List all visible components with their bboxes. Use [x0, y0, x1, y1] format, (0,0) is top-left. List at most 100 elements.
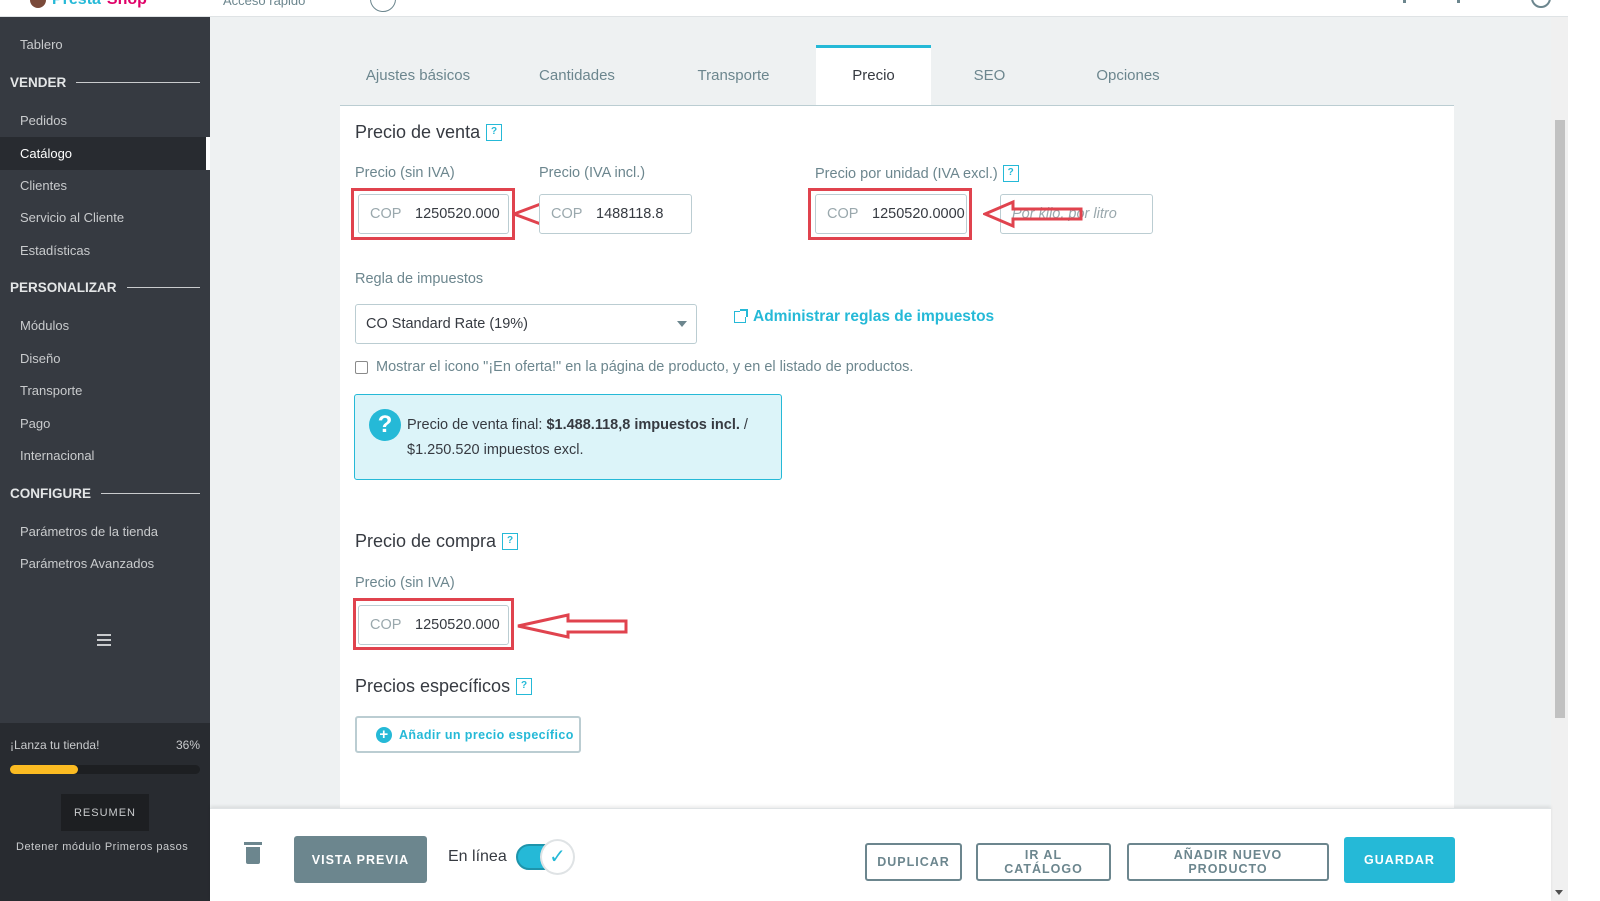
sidebar: Tablero VENDER Pedidos Catálogo Clientes…	[0, 17, 210, 901]
final-price-info: ? Precio de venta final: $1.488.118,8 im…	[354, 394, 782, 480]
tab-quantities[interactable]: Cantidades	[496, 45, 658, 106]
quick-access-menu[interactable]: Acceso rápido	[223, 0, 305, 8]
product-tabs: Ajustes básicos Cantidades Transporte Pr…	[340, 45, 1454, 106]
unit-price-label: Precio por unidad (IVA excl.) ?	[815, 165, 1019, 182]
section-divider	[76, 81, 200, 83]
window-edge	[1568, 0, 1600, 901]
onboarding-progress-bar	[10, 765, 200, 774]
price-incl-label: Precio (IVA incl.)	[539, 165, 646, 181]
onboarding-panel: ¡Lanza tu tienda! 36% RESUMEN Detener mó…	[0, 723, 210, 901]
price-incl-input[interactable]: COP 1488118.8	[539, 194, 692, 234]
scrollbar-thumb[interactable]	[1555, 120, 1565, 718]
help-icon[interactable]	[1403, 0, 1406, 3]
sale-price-heading: Precio de venta ?	[355, 122, 503, 143]
sidebar-item-shipping[interactable]: Transporte	[0, 374, 210, 407]
scroll-down-arrow-icon[interactable]	[1555, 890, 1563, 895]
sidebar-item-modules[interactable]: Módulos	[0, 309, 210, 342]
plus-circle-icon: +	[376, 726, 392, 743]
tab-shipping[interactable]: Transporte	[658, 45, 809, 106]
sidebar-section-customize: PERSONALIZAR	[10, 277, 200, 297]
go-to-catalog-button[interactable]: IR AL CATÁLOGO	[976, 843, 1111, 881]
purchase-price-label: Precio (sin IVA)	[355, 575, 455, 591]
sidebar-item-advanced-parameters[interactable]: Parámetros Avanzados	[0, 547, 210, 580]
sidebar-item-orders[interactable]: Pedidos	[0, 104, 210, 137]
trash-icon[interactable]	[244, 842, 262, 864]
final-price-prefix: Precio de venta final:	[407, 417, 547, 433]
help-icon[interactable]: ?	[502, 533, 519, 550]
specific-prices-title: Precios específicos	[355, 676, 511, 696]
sidebar-item-design[interactable]: Diseño	[0, 342, 210, 375]
help-icon[interactable]: ?	[1002, 165, 1019, 182]
sidebar-item-stats[interactable]: Estadísticas	[0, 234, 210, 267]
sidebar-item-international[interactable]: Internacional	[0, 439, 210, 472]
sale-price-title: Precio de venta	[355, 122, 481, 142]
tab-basic-settings[interactable]: Ajustes básicos	[340, 45, 496, 106]
resume-button[interactable]: RESUMEN	[61, 794, 149, 831]
onboarding-progress-fill	[10, 765, 79, 774]
section-label: PERSONALIZAR	[10, 279, 117, 295]
purchase-price-title: Precio de compra	[355, 531, 497, 551]
logo-text-shop: Shop	[107, 0, 147, 9]
prestashop-logo-icon	[30, 0, 46, 8]
page-scrollbar[interactable]	[1551, 17, 1568, 901]
on-sale-label: Mostrar el icono "¡En oferta!" en la pág…	[376, 359, 914, 375]
tab-seo[interactable]: SEO	[931, 45, 1048, 106]
section-divider	[126, 286, 200, 288]
caret-down-icon	[677, 321, 687, 327]
final-price-excl: $1.250.520 impuestos excl.	[407, 442, 584, 458]
tax-rule-select[interactable]: CO Standard Rate (19%)	[355, 304, 697, 344]
help-icon[interactable]: ?	[516, 678, 533, 695]
sidebar-item-customer-service[interactable]: Servicio al Cliente	[0, 201, 210, 234]
sidebar-item-customers[interactable]: Clientes	[0, 169, 210, 202]
onboarding-percent: 36%	[175, 738, 200, 752]
manage-tax-rules-text: Administrar reglas de impuestos	[753, 308, 995, 325]
sidebar-item-payment[interactable]: Pago	[0, 407, 210, 440]
highlight-box	[353, 598, 514, 650]
sidebar-item-shop-parameters[interactable]: Parámetros de la tienda	[0, 515, 210, 548]
highlight-box	[808, 188, 972, 240]
add-specific-price-button[interactable]: + Añadir un precio específico	[355, 716, 581, 753]
tab-options[interactable]: Opciones	[1048, 45, 1208, 106]
arrow-annotation	[517, 613, 628, 639]
arrow-annotation	[983, 199, 1083, 229]
specific-prices-heading: Precios específicos ?	[355, 676, 533, 697]
stop-onboarding-link[interactable]: Detener módulo Primeros pasos	[16, 841, 188, 853]
external-link-icon	[734, 309, 748, 323]
add-specific-price-label: Añadir un precio específico	[399, 727, 574, 742]
final-price-text: Precio de venta final: $1.488.118,8 impu…	[407, 413, 769, 463]
prestashop-logo[interactable]: Presta Shop	[30, 0, 147, 10]
manage-tax-rules-link[interactable]: Administrar reglas de impuestos	[734, 308, 994, 326]
menu-collapse-icon[interactable]	[97, 634, 111, 646]
sidebar-item-catalog[interactable]: Catálogo	[0, 137, 210, 170]
add-new-product-button[interactable]: AÑADIR NUEVO PRODUCTO	[1127, 843, 1329, 881]
check-icon: ✓	[540, 839, 575, 875]
preview-button[interactable]: VISTA PREVIA	[294, 836, 427, 883]
section-label: CONFIGURE	[10, 485, 91, 501]
purchase-price-heading: Precio de compra ?	[355, 531, 519, 552]
section-label: VENDER	[10, 74, 67, 90]
unit-price-label-text: Precio por unidad (IVA excl.)	[815, 165, 998, 182]
sidebar-item-dashboard[interactable]: Tablero	[0, 28, 210, 61]
tax-rule-label: Regla de impuestos	[355, 271, 484, 287]
save-button[interactable]: GUARDAR	[1344, 837, 1455, 883]
tab-pricing[interactable]: Precio	[816, 45, 931, 106]
highlight-box	[351, 188, 515, 240]
logo-text-presta: Presta	[52, 0, 101, 9]
sidebar-section-sell: VENDER	[10, 72, 200, 92]
online-toggle[interactable]: ✓	[516, 839, 575, 875]
price-incl-value: 1488118.8	[596, 206, 664, 222]
notifications-icon[interactable]	[1457, 0, 1460, 3]
search-icon[interactable]	[370, 0, 396, 12]
top-header: Presta Shop Acceso rápido	[0, 0, 1568, 17]
section-divider	[101, 492, 200, 494]
final-price-incl: $1.488.118,8 impuestos incl.	[546, 417, 740, 433]
currency-label: COP	[551, 206, 583, 222]
onboarding-label: ¡Lanza tu tienda!	[10, 738, 100, 752]
help-icon[interactable]: ?	[486, 124, 503, 141]
duplicate-button[interactable]: DUPLICAR	[865, 843, 962, 881]
pricing-panel: Precio de venta ? Precio (sin IVA) COP 1…	[340, 106, 1454, 810]
sidebar-section-configure: CONFIGURE	[10, 483, 200, 503]
on-sale-checkbox[interactable]	[355, 361, 368, 374]
employee-avatar-icon[interactable]	[1531, 0, 1551, 8]
tax-rule-selected: CO Standard Rate (19%)	[366, 316, 528, 332]
